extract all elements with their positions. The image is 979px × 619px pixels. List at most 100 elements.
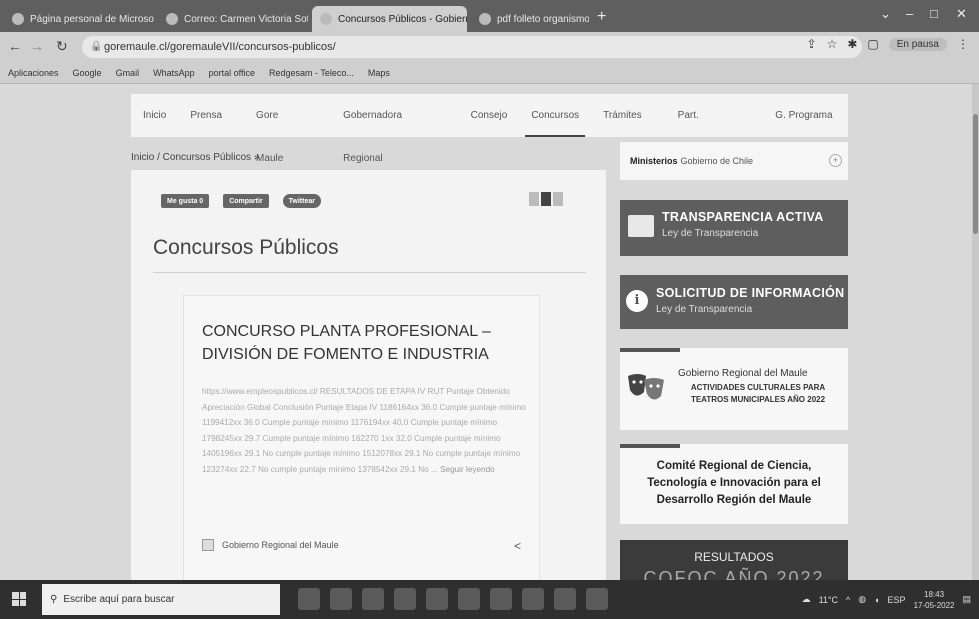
windows-start-icon[interactable] bbox=[12, 592, 26, 606]
bookmark-star-icon[interactable]: ☆ bbox=[827, 37, 838, 51]
back-icon[interactable]: ← bbox=[8, 38, 22, 54]
bookmark-portal-office[interactable]: portal office bbox=[209, 68, 255, 78]
share-page-icon[interactable]: ⇪ bbox=[807, 37, 817, 51]
read-more-link[interactable]: Seguir leyendo bbox=[440, 465, 495, 474]
post-title[interactable]: CONCURSO PLANTA PROFESIONAL – DIVISIÓN D… bbox=[202, 320, 532, 366]
security-icon[interactable] bbox=[490, 588, 512, 610]
weather-icon[interactable]: ☁ bbox=[802, 594, 811, 605]
folder-icon bbox=[628, 215, 654, 237]
tab-pdf-folleto[interactable]: pdf folleto organismos - Portal d ✕ bbox=[471, 6, 589, 32]
search-icon: ⚲ bbox=[50, 594, 58, 605]
bookmark-apps[interactable]: Aplicaciones bbox=[8, 68, 59, 78]
photos-icon[interactable] bbox=[554, 588, 576, 610]
clock-date: 17-05-2022 bbox=[913, 600, 955, 610]
author-name[interactable]: Gobierno Regional del Maule bbox=[222, 540, 339, 550]
menu-icon[interactable]: ⋮ bbox=[957, 37, 969, 51]
tab-label: Concursos Públicos - Gobierno bbox=[338, 13, 467, 25]
tab-concursos[interactable]: Concursos Públicos - Gobierno ✕ bbox=[312, 6, 467, 32]
file-explorer-icon[interactable] bbox=[394, 588, 416, 610]
tray-overflow-icon[interactable]: ^ bbox=[846, 595, 850, 605]
nav-inicio[interactable]: Inicio bbox=[131, 94, 178, 137]
notifications-icon[interactable]: ▤ bbox=[962, 594, 971, 605]
lock-icon: 🔒 bbox=[90, 41, 103, 52]
profile-button[interactable]: En pausa bbox=[888, 37, 947, 51]
bookmark-maps[interactable]: Maps bbox=[368, 68, 390, 78]
bookmark-whatsapp[interactable]: WhatsApp bbox=[153, 68, 195, 78]
tab-correo[interactable]: Correo: Carmen Victoria Soto C... ✕ bbox=[158, 6, 308, 32]
minimize-icon[interactable]: – bbox=[906, 6, 913, 21]
bookmark-redgesam[interactable]: Redgesam - Teleco... bbox=[269, 68, 354, 78]
nav-prensa[interactable]: Prensa bbox=[178, 94, 234, 137]
banner-title: SOLICITUD DE INFORMACIÓN bbox=[656, 286, 845, 300]
transparencia-activa-banner[interactable]: TRANSPARENCIA ACTIVA Ley de Transparenci… bbox=[620, 200, 848, 256]
ministerios-label: Ministerios bbox=[630, 156, 678, 166]
extensions-icon[interactable]: ✱ bbox=[847, 37, 857, 51]
edge-icon[interactable] bbox=[330, 588, 352, 610]
language-indicator[interactable]: ESP bbox=[888, 595, 906, 605]
reload-icon[interactable]: ↻ bbox=[56, 38, 68, 55]
culture-org: Gobierno Regional del Maule bbox=[678, 368, 808, 379]
post-excerpt-text: https://www.empleospublicos.cl/ RESULTAD… bbox=[202, 387, 526, 474]
nav-participacion[interactable]: Part. Ciudadana bbox=[654, 94, 762, 164]
scrollbar-thumb[interactable] bbox=[973, 114, 978, 234]
expand-icon[interactable]: + bbox=[829, 154, 842, 167]
tweet-button[interactable]: Twittear bbox=[282, 194, 321, 208]
volume-icon[interactable]: ◖ bbox=[874, 595, 879, 605]
tab-label: Correo: Carmen Victoria Soto C... bbox=[184, 13, 308, 25]
maximize-icon[interactable]: □ bbox=[930, 6, 938, 21]
nav-programa[interactable]: G. Programa 02 bbox=[761, 94, 848, 164]
facebook-share-button[interactable]: Compartir bbox=[223, 194, 269, 208]
like-button[interactable]: Me gusta 0 bbox=[161, 194, 210, 208]
resultados-cofoc-banner[interactable]: RESULTADOS COFOC AÑO 2022 bbox=[620, 540, 848, 580]
accent-bar bbox=[620, 444, 680, 448]
post-card: CONCURSO PLANTA PROFESIONAL – DIVISIÓN D… bbox=[183, 295, 540, 585]
weather-text[interactable]: 11°C bbox=[819, 595, 838, 605]
network-icon[interactable]: ◍ bbox=[858, 594, 866, 605]
url-text: goremaule.cl/goremauleVII/concursos-publ… bbox=[104, 41, 336, 53]
accent-bar bbox=[620, 348, 680, 352]
browser-tab-strip: Página personal de Microsoft C ✕ Correo:… bbox=[0, 0, 979, 32]
tab-label: Página personal de Microsoft C bbox=[30, 13, 154, 25]
banner-title: TRANSPARENCIA ACTIVA bbox=[662, 210, 824, 224]
clock[interactable]: 18:43 17-05-2022 bbox=[914, 589, 955, 611]
taskbar-apps bbox=[298, 588, 608, 610]
bookmark-google[interactable]: Google bbox=[73, 68, 102, 78]
nav-gore-maule[interactable]: Gore Maule bbox=[234, 94, 321, 164]
tab-favicon-icon bbox=[479, 13, 491, 25]
chevron-down-icon[interactable]: ⌄ bbox=[880, 6, 891, 22]
browser-toolbar: ← → ↻ 🔒 goremaule.cl/goremauleVII/concur… bbox=[0, 32, 979, 62]
forward-icon[interactable]: → bbox=[30, 38, 44, 54]
chrome-icon[interactable] bbox=[586, 588, 608, 610]
share-icon[interactable]: < bbox=[514, 539, 521, 553]
word-icon[interactable] bbox=[426, 588, 448, 610]
search-placeholder: Escribe aquí para buscar bbox=[63, 594, 175, 605]
actividades-culturales-banner[interactable]: Gobierno Regional del Maule ACTIVIDADES … bbox=[620, 348, 848, 430]
resultados-subtitle: COFOC AÑO 2022 bbox=[643, 568, 825, 580]
page-scrollbar[interactable] bbox=[972, 84, 979, 580]
comite-ciencia-banner[interactable]: Comité Regional de Ciencia, Tecnología e… bbox=[620, 444, 848, 524]
nav-consejo[interactable]: Consejo bbox=[449, 94, 520, 137]
social-buttons: Me gusta 0 Compartir Twittear bbox=[161, 194, 321, 208]
task-view-icon[interactable] bbox=[298, 588, 320, 610]
divider bbox=[153, 272, 586, 273]
nav-concursos[interactable]: Concursos bbox=[519, 94, 591, 137]
tab-microsoft[interactable]: Página personal de Microsoft C ✕ bbox=[4, 6, 154, 32]
address-bar[interactable]: 🔒 goremaule.cl/goremauleVII/concursos-pu… bbox=[82, 36, 862, 58]
outlook-icon[interactable] bbox=[522, 588, 544, 610]
bookmark-gmail[interactable]: Gmail bbox=[116, 68, 140, 78]
nav-gobernadora[interactable]: Gobernadora Regional bbox=[321, 94, 448, 164]
nav-tramites[interactable]: Trámites bbox=[591, 94, 654, 137]
store-icon[interactable] bbox=[362, 588, 384, 610]
site-nav: Inicio Prensa Gore Maule Gobernadora Reg… bbox=[131, 94, 848, 164]
excel-icon[interactable] bbox=[458, 588, 480, 610]
new-tab-icon[interactable]: + bbox=[597, 8, 606, 26]
close-window-icon[interactable]: ✕ bbox=[956, 6, 967, 22]
taskbar-search[interactable]: ⚲ Escribe aquí para buscar bbox=[42, 584, 280, 615]
breadcrumb[interactable]: Inicio / Concursos Públicos » bbox=[131, 152, 259, 163]
sidepanel-icon[interactable]: ▢ bbox=[867, 37, 878, 51]
author-avatar bbox=[202, 539, 214, 551]
ministerios-widget[interactable]: Ministerios Gobierno de Chile + bbox=[620, 142, 848, 180]
solicitud-informacion-banner[interactable]: i SOLICITUD DE INFORMACIÓN Ley de Transp… bbox=[620, 275, 848, 329]
banner-subtitle: Ley de Transparencia bbox=[656, 304, 753, 315]
rating-widget[interactable] bbox=[529, 192, 563, 206]
